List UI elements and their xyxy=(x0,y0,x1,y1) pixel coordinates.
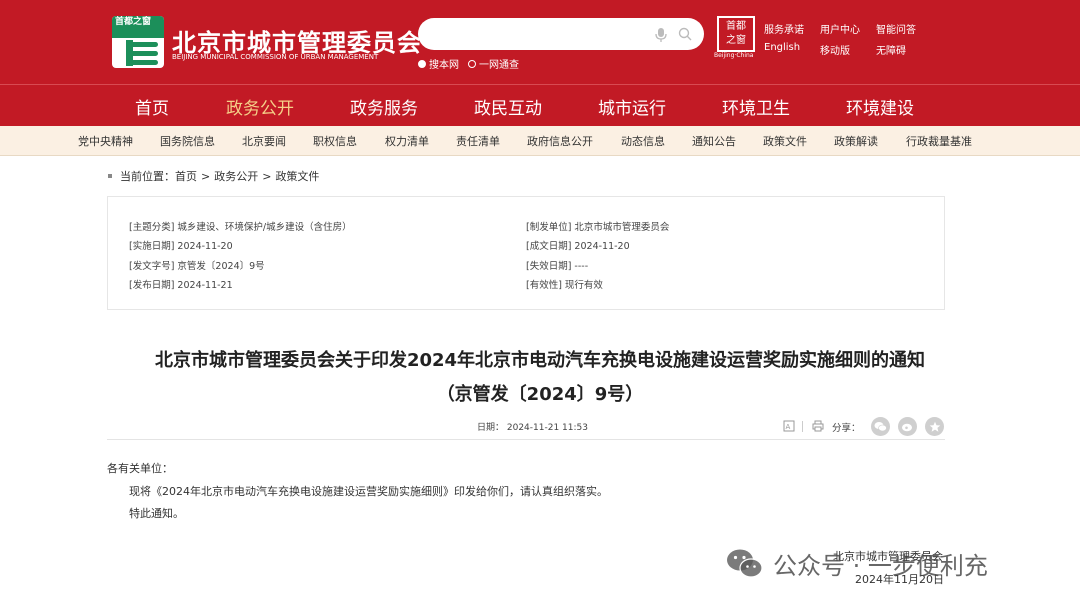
subnav-item[interactable]: 政府信息公开 xyxy=(527,133,593,149)
search-icon[interactable] xyxy=(678,27,692,41)
weibo-icon xyxy=(902,423,912,432)
link-smart-qa[interactable]: 智能问答 xyxy=(876,21,916,36)
main-nav: 首页 政务公开 政务服务 政民互动 城市运行 环境卫生 环境建设 xyxy=(0,84,1080,126)
subnav-item[interactable]: 北京要闻 xyxy=(242,133,286,149)
subnav-item[interactable]: 责任清单 xyxy=(456,133,500,149)
subnav-item[interactable]: 党中央精神 xyxy=(78,133,133,149)
subnav-item[interactable]: 职权信息 xyxy=(313,133,357,149)
publish-datetime: 日期： 2024-11-21 11:53 xyxy=(477,423,588,433)
search-option-all[interactable]: 一网通查 xyxy=(468,56,519,71)
subnav-item[interactable]: 政策文件 xyxy=(763,133,807,149)
body-closing: 特此通知。 xyxy=(129,507,184,520)
meta-doc-number: [发文字号] 京管发〔2024〕9号 xyxy=(129,261,265,272)
nav-city-operation[interactable]: 城市运行 xyxy=(598,94,666,119)
meta-written-date: [成文日期] 2024-11-20 xyxy=(526,241,630,252)
meta-expiry-date: [失效日期] ---- xyxy=(526,261,589,272)
star-icon xyxy=(929,421,940,432)
link-mobile[interactable]: 移动版 xyxy=(820,42,850,57)
nav-gov-affairs-open[interactable]: 政务公开 xyxy=(226,94,294,119)
favorite-share-button[interactable] xyxy=(925,417,944,436)
weibo-share-button[interactable] xyxy=(898,417,917,436)
breadcrumb-policy-docs[interactable]: 政策文件 xyxy=(275,168,319,184)
microphone-icon[interactable] xyxy=(654,27,668,43)
body-paragraph: 现将《2024年北京市电动汽车充换电设施建设运营奖励实施细则》印发给你们，请认真… xyxy=(129,485,608,498)
radio-unselected-icon xyxy=(468,59,476,68)
capital-window-caption: Beijing·China xyxy=(714,52,754,59)
salutation: 各有关单位： xyxy=(107,462,173,475)
nav-home[interactable]: 首页 xyxy=(135,94,169,119)
meta-topic: [主题分类] 城乡建设、环境保护/城乡建设（含住房） xyxy=(129,222,352,233)
wechat-logo-icon xyxy=(727,549,763,578)
wechat-watermark: 公众号 · 一步便利充 xyxy=(725,546,988,581)
meta-publish-date: [发布日期] 2024-11-21 xyxy=(129,280,233,291)
watermark-text: 公众号 · 一步便利充 xyxy=(773,552,988,580)
document-meta-box: [主题分类] 城乡建设、环境保护/城乡建设（含住房） [实施日期] 2024-1… xyxy=(107,196,945,310)
link-english[interactable]: English xyxy=(764,42,800,53)
sub-nav: 党中央精神 国务院信息 北京要闻 职权信息 权力清单 责任清单 政府信息公开 动… xyxy=(0,126,1080,156)
meta-issuer: [制发单位] 北京市城市管理委员会 xyxy=(526,222,670,233)
document-subtitle: （京管发〔2024〕9号） xyxy=(436,384,644,405)
site-logo[interactable]: 首都之窗 xyxy=(112,16,164,68)
font-size-icon[interactable]: A xyxy=(783,420,795,432)
nav-sanitation[interactable]: 环境卫生 xyxy=(722,94,790,119)
capital-window-logo[interactable]: 首都 之窗 xyxy=(717,16,755,52)
site-header: 首都之窗 北京市城市管理委员会 BEIJING MUNICIPAL COMMIS… xyxy=(0,0,1080,84)
link-accessibility[interactable]: 无障碍 xyxy=(876,42,906,57)
wechat-share-button[interactable] xyxy=(871,417,890,436)
meta-effective-date: [实施日期] 2024-11-20 xyxy=(129,241,233,252)
document-title: 北京市城市管理委员会关于印发2024年北京市电动汽车充换电设施建设运营奖励实施细… xyxy=(154,350,926,371)
nav-env-construction[interactable]: 环境建设 xyxy=(846,94,914,119)
link-user-center[interactable]: 用户中心 xyxy=(820,21,860,36)
nav-interaction[interactable]: 政民互动 xyxy=(474,94,542,119)
breadcrumb-marker-icon xyxy=(108,174,112,178)
search-input[interactable] xyxy=(430,24,650,44)
nav-gov-services[interactable]: 政务服务 xyxy=(350,94,418,119)
document-info-bar: 日期： 2024-11-21 11:53 A 分享： xyxy=(107,414,945,440)
link-service-promise[interactable]: 服务承诺 xyxy=(764,21,804,36)
site-subtitle: BEIJING MUNICIPAL COMMISSION OF URBAN MA… xyxy=(172,53,379,61)
subnav-item[interactable]: 政策解读 xyxy=(834,133,878,149)
print-icon[interactable] xyxy=(812,420,824,432)
subnav-item[interactable]: 通知公告 xyxy=(692,133,736,149)
share-label: 分享： xyxy=(832,423,861,434)
subnav-item[interactable]: 权力清单 xyxy=(385,133,429,149)
svg-text:A: A xyxy=(786,423,791,431)
wechat-icon xyxy=(874,422,887,432)
search-option-site[interactable]: 搜本网 xyxy=(418,56,459,71)
subnav-item[interactable]: 行政裁量基准 xyxy=(906,133,972,149)
breadcrumb: 当前位置： 首页 > 政务公开 > 政策文件 xyxy=(108,168,319,184)
subnav-item[interactable]: 国务院信息 xyxy=(160,133,215,149)
radio-selected-icon xyxy=(418,59,426,68)
breadcrumb-gov-affairs[interactable]: 政务公开 xyxy=(214,168,258,184)
logo-caption: 首都之窗 xyxy=(112,16,164,38)
meta-validity: [有效性] 现行有效 xyxy=(526,280,603,291)
subnav-item[interactable]: 动态信息 xyxy=(621,133,665,149)
breadcrumb-home[interactable]: 首页 xyxy=(175,168,197,184)
